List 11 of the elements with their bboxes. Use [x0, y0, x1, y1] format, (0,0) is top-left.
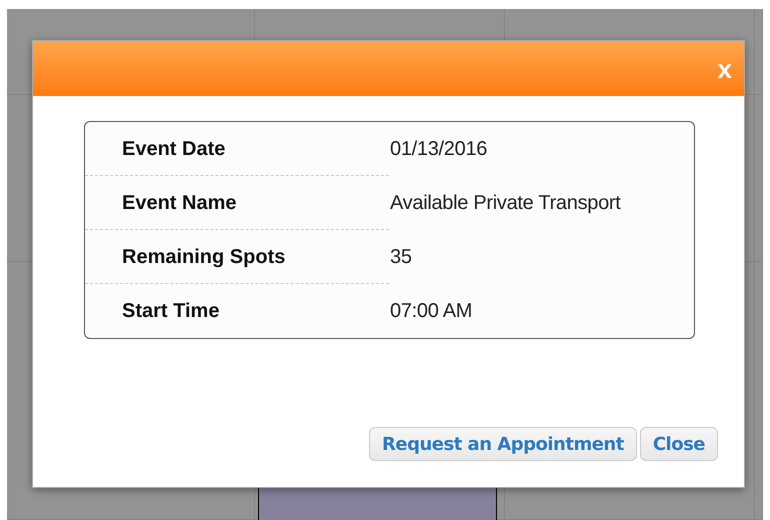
detail-label: Event Date [122, 136, 226, 162]
detail-value: 01/13/2016 [390, 137, 488, 162]
detail-label: Event Name [122, 190, 236, 216]
detail-label: Remaining Spots [122, 244, 286, 270]
x-button[interactable]: x [714, 56, 736, 82]
close-dialog-button[interactable]: Close [640, 427, 718, 461]
detail-value: 35 [390, 245, 412, 270]
detail-value: 07:00 AM [390, 299, 472, 324]
request-appointment-button[interactable]: Request an Appointment [369, 427, 637, 461]
detail-label: Start Time [122, 299, 220, 324]
detail-value: Available Private Transport [390, 191, 621, 216]
